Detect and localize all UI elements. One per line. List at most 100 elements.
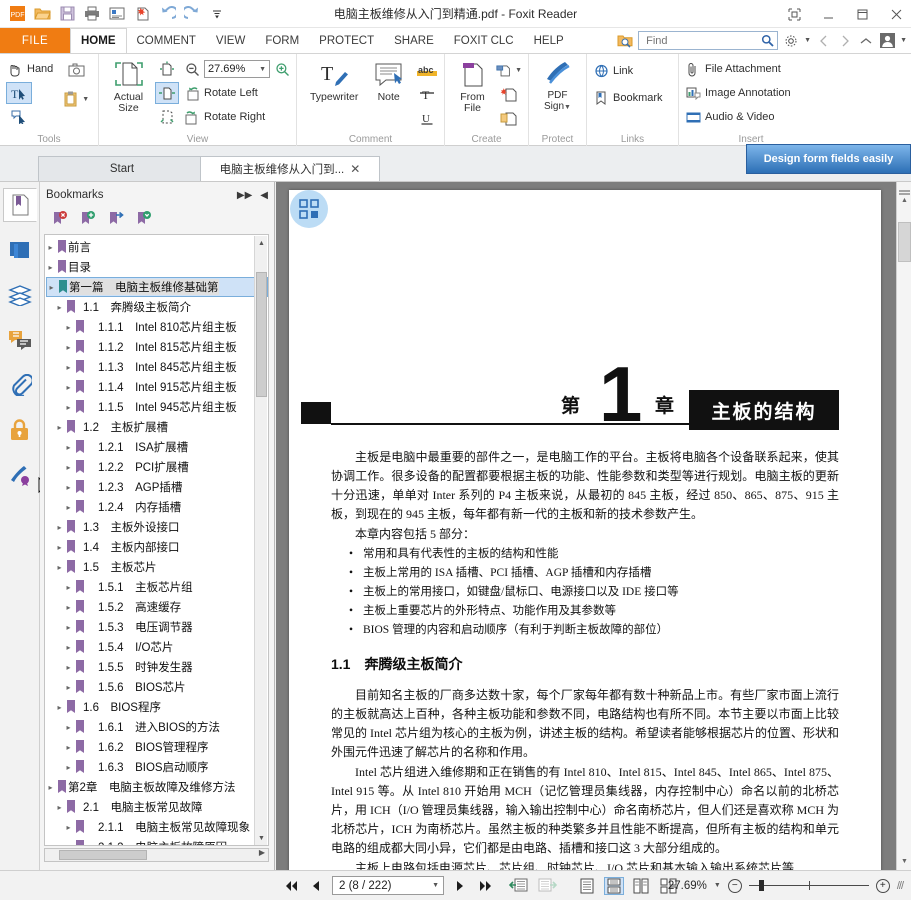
bookmark-item[interactable]: ▸ 1.5.3 电压调节器 xyxy=(46,617,268,637)
sidebar-item-comments[interactable] xyxy=(3,323,37,357)
bookmark-item[interactable]: ▸ 1.5.6 BIOS芯片 xyxy=(46,677,268,697)
actual-size-button[interactable]: Actual Size xyxy=(105,57,152,114)
chevron-right-icon[interactable]: ▸ xyxy=(64,763,73,772)
chevron-right-icon[interactable]: ▸ xyxy=(64,583,73,592)
chevron-right-icon[interactable]: ▸ xyxy=(55,303,64,312)
bookmark-item[interactable]: ▸ 1.6.3 BIOS启动顺序 xyxy=(46,757,268,777)
restore-down-icon[interactable] xyxy=(783,4,805,24)
search-input[interactable] xyxy=(644,33,761,48)
clipboard-icon[interactable]: ▼ xyxy=(63,88,89,110)
bookmark-item[interactable]: ▸ 1.5.1 主板芯片组 xyxy=(46,577,268,597)
add-bookmark-icon[interactable] xyxy=(80,210,96,232)
document-vertical-scrollbar[interactable]: ▲ ▼ xyxy=(896,182,911,870)
new-from-file-icon[interactable] xyxy=(131,4,153,24)
strikeout-icon[interactable]: T xyxy=(416,83,438,105)
tab-document[interactable]: 电脑主板维修从入门到... ✕ xyxy=(200,156,380,181)
bookmark-item[interactable]: ▸ 第一篇 电脑主板维修基础第 xyxy=(46,277,268,297)
tab-home[interactable]: HOME xyxy=(70,28,127,53)
image-annotation-button[interactable]: Image Annotation xyxy=(685,82,791,104)
chevron-right-icon[interactable]: ▸ xyxy=(64,843,73,846)
bookmark-item[interactable]: ▸ 1.1 奔腾级主板简介 xyxy=(46,297,268,317)
tab-share[interactable]: SHARE xyxy=(384,28,444,53)
scrollbar-thumb[interactable] xyxy=(898,222,911,262)
print-icon[interactable] xyxy=(81,4,103,24)
chevron-right-icon[interactable]: ▸ xyxy=(64,443,73,452)
bookmark-item[interactable]: ▸ 1.5.5 时钟发生器 xyxy=(46,657,268,677)
bookmark-item[interactable]: ▸ 1.2 主板扩展槽 xyxy=(46,417,268,437)
scroll-down-icon[interactable]: ▼ xyxy=(898,854,911,869)
promo-banner[interactable]: Design form fields easily xyxy=(746,144,911,174)
chevron-right-icon[interactable]: ▸ xyxy=(64,463,73,472)
resize-grip-icon[interactable]: /// xyxy=(897,880,904,892)
chevron-right-icon[interactable]: ▸ xyxy=(64,503,73,512)
bookmark-item[interactable]: ▸ 1.6.2 BIOS管理程序 xyxy=(46,737,268,757)
chevron-right-icon[interactable]: ▸ xyxy=(46,243,55,252)
chevron-right-icon[interactable]: ▸ xyxy=(55,543,64,552)
zoom-level-combobox[interactable]: 27.69% ▼ xyxy=(204,60,270,78)
bookmark-item[interactable]: ▸ 1.2.1 ISA扩展槽 xyxy=(46,437,268,457)
chevron-right-icon[interactable]: ▸ xyxy=(55,523,64,532)
previous-page-button[interactable] xyxy=(307,877,325,895)
gear-dropdown-caret-icon[interactable]: ▼ xyxy=(804,37,811,44)
chevron-right-icon[interactable]: ▸ xyxy=(64,323,73,332)
bookmark-item[interactable]: ▸ 1.5.4 I/O芯片 xyxy=(46,637,268,657)
create-blank-icon[interactable] xyxy=(496,83,522,105)
bookmark-item[interactable]: ▸ 1.1.1 Intel 810芯片组主板 xyxy=(46,317,268,337)
tab-comment[interactable]: COMMENT xyxy=(127,28,206,53)
collapse-ribbon-icon[interactable] xyxy=(858,33,874,49)
sidebar-item-attachments[interactable] xyxy=(3,368,37,402)
bookmark-item[interactable]: ▸ 1.1.3 Intel 845芯片组主板 xyxy=(46,357,268,377)
bookmark-item[interactable]: ▸ 1.5.2 高速缓存 xyxy=(46,597,268,617)
next-view-button[interactable] xyxy=(536,877,558,895)
chevron-right-icon[interactable]: ▸ xyxy=(55,563,64,572)
bookmark-item[interactable]: ▸ 1.6 BIOS程序 xyxy=(46,697,268,717)
bookmark-item[interactable]: ▸ 第2章 电脑主板故障及维修方法 xyxy=(46,777,268,797)
previous-view-icon[interactable] xyxy=(816,33,832,49)
bookmarks-tree[interactable]: ▸ 前言 ▸ 目录 ▸ 第一篇 电脑主板维修基础第 ▸ 1.1 奔腾级主板简介 ▸ 1.1.1 I… xyxy=(44,234,269,846)
chevron-right-icon[interactable]: ▸ xyxy=(64,363,73,372)
last-page-button[interactable] xyxy=(476,877,494,895)
bookmark-item[interactable]: ▸ 1.2.3 AGP插槽 xyxy=(46,477,268,497)
tab-start[interactable]: Start xyxy=(38,156,206,181)
create-from-scanner-icon[interactable]: ▼ xyxy=(496,59,522,81)
underline-icon[interactable]: U xyxy=(416,107,438,129)
chevron-right-icon[interactable]: ▸ xyxy=(64,483,73,492)
chevron-right-icon[interactable]: ▸ xyxy=(55,423,64,432)
zoom-dropdown-caret-icon[interactable]: ▼ xyxy=(259,66,266,73)
pdf-logo-icon[interactable]: PDF xyxy=(6,4,28,24)
next-view-icon[interactable] xyxy=(837,33,853,49)
chevron-right-icon[interactable]: ▸ xyxy=(46,783,55,792)
maximize-icon[interactable] xyxy=(851,4,873,24)
search-icon[interactable] xyxy=(760,33,774,49)
file-attachment-button[interactable]: File Attachment xyxy=(685,58,791,80)
bookmark-item[interactable]: ▸ 前言 xyxy=(46,237,268,257)
advanced-search-icon[interactable] xyxy=(617,33,633,49)
pdf-page[interactable]: 第 1 章 主板的结构 主板是电脑中最重要的部件之一，是电脑工作的平台。主板将电… xyxy=(289,190,881,880)
select-text-tool-button[interactable]: T xyxy=(6,82,32,104)
chevron-right-icon[interactable]: ▸ xyxy=(47,283,56,292)
highlight-icon[interactable]: abc xyxy=(416,59,438,81)
bookmark-item[interactable]: ▸ 1.1.4 Intel 915芯片组主板 xyxy=(46,377,268,397)
create-from-clipboard-icon[interactable] xyxy=(496,107,522,129)
chevron-right-icon[interactable]: ▸ xyxy=(64,643,73,652)
open-icon[interactable] xyxy=(31,4,53,24)
chevron-right-icon[interactable]: ▸ xyxy=(46,263,55,272)
bookmark-item[interactable]: ▸ 目录 xyxy=(46,257,268,277)
tab-protect[interactable]: PROTECT xyxy=(309,28,384,53)
remove-bookmark-icon[interactable] xyxy=(136,210,152,232)
minimize-icon[interactable] xyxy=(817,4,839,24)
bookmark-item[interactable]: ▸ 1.2.2 PCI扩展槽 xyxy=(46,457,268,477)
sidebar-item-pages[interactable] xyxy=(3,233,37,267)
find-box[interactable] xyxy=(638,31,779,50)
scrollbar-thumb-horizontal[interactable] xyxy=(59,850,147,860)
view-mode-single-page[interactable] xyxy=(577,877,597,895)
bookmark-item[interactable]: ▸ 1.6.1 进入BIOS的方法 xyxy=(46,717,268,737)
chevron-right-icon[interactable]: ▸ xyxy=(64,683,73,692)
scroll-up-icon[interactable]: ▲ xyxy=(898,193,911,208)
split-view-handle[interactable] xyxy=(898,184,911,195)
chevron-right-icon[interactable]: ▸ xyxy=(55,703,64,712)
rotate-left-button[interactable]: Rotate Left xyxy=(184,82,290,104)
sidebar-item-bookmarks[interactable] xyxy=(2,188,37,222)
chevron-right-icon[interactable]: ▸ xyxy=(64,343,73,352)
bookmark-button[interactable]: Bookmark xyxy=(593,87,663,109)
